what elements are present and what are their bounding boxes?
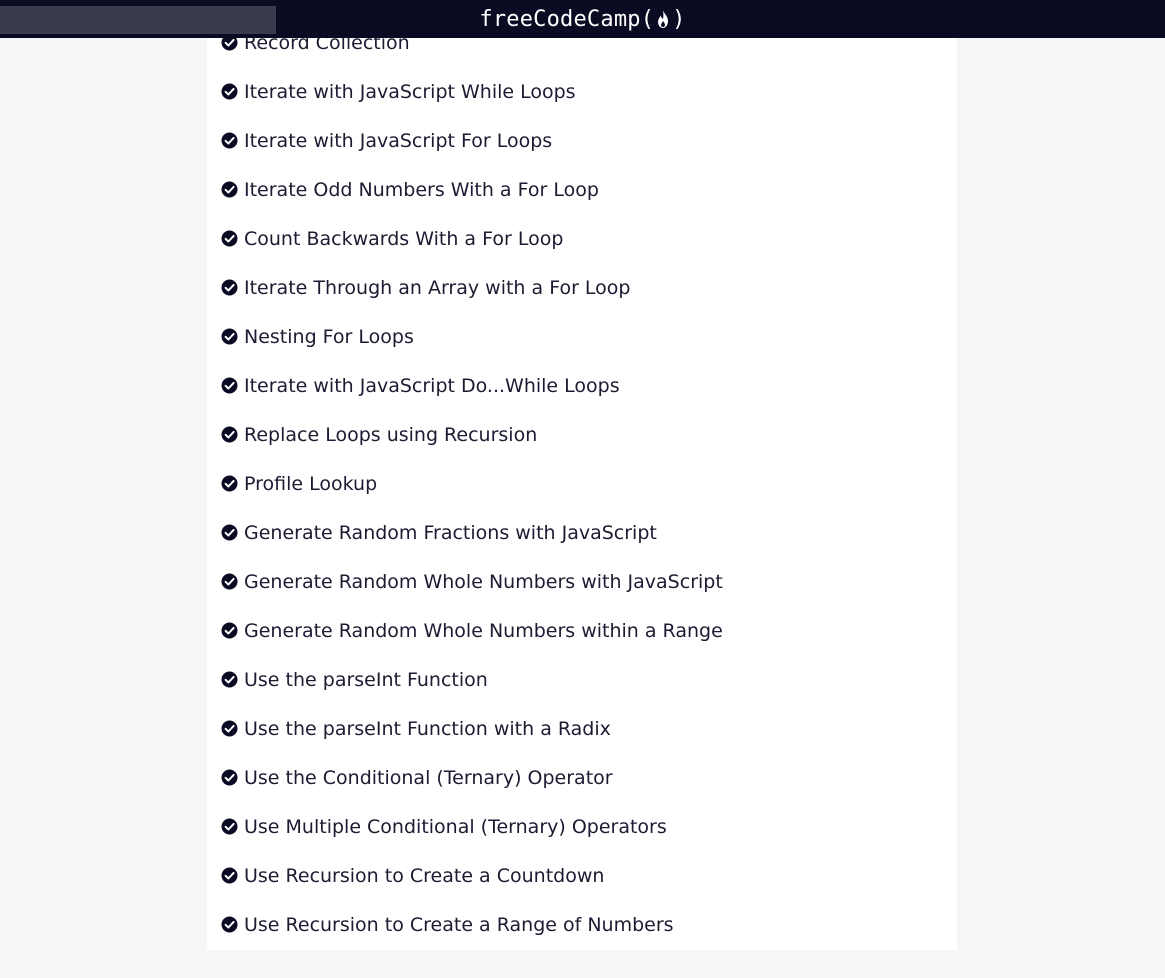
checkmark-circle-icon	[221, 818, 238, 835]
challenge-item[interactable]: Iterate with JavaScript Do...While Loops	[207, 361, 957, 410]
checkmark-circle-icon	[221, 573, 238, 590]
challenge-link[interactable]: Iterate with JavaScript Do...While Loops	[244, 373, 620, 399]
challenge-item[interactable]: Generate Random Fractions with JavaScrip…	[207, 508, 957, 557]
challenge-list: Record Collection Iterate with JavaScrip…	[207, 18, 957, 949]
challenge-item[interactable]: Nesting For Loops	[207, 312, 957, 361]
challenge-link[interactable]: Generate Random Fractions with JavaScrip…	[244, 520, 657, 546]
challenge-link[interactable]: Use Multiple Conditional (Ternary) Opera…	[244, 814, 667, 840]
checkmark-circle-icon	[221, 671, 238, 688]
challenge-item[interactable]: Iterate with JavaScript While Loops	[207, 67, 957, 116]
challenge-link[interactable]: Count Backwards With a For Loop	[244, 226, 563, 252]
checkmark-circle-icon	[221, 720, 238, 737]
challenge-link[interactable]: Iterate with JavaScript For Loops	[244, 128, 552, 154]
checkmark-circle-icon	[221, 83, 238, 100]
challenge-item[interactable]: Use the parseInt Function	[207, 655, 957, 704]
challenge-item[interactable]: Generate Random Whole Numbers with JavaS…	[207, 557, 957, 606]
checkmark-circle-icon	[221, 475, 238, 492]
logo-text-suffix: )	[672, 6, 686, 32]
challenge-item[interactable]: Use the Conditional (Ternary) Operator	[207, 753, 957, 802]
challenge-link[interactable]: Profile Lookup	[244, 471, 377, 497]
challenge-link[interactable]: Iterate Odd Numbers With a For Loop	[244, 177, 599, 203]
challenge-item[interactable]: Iterate Odd Numbers With a For Loop	[207, 165, 957, 214]
challenge-list-panel: Record Collection Iterate with JavaScrip…	[207, 0, 957, 950]
checkmark-circle-icon	[221, 622, 238, 639]
challenge-item[interactable]: Count Backwards With a For Loop	[207, 214, 957, 263]
challenge-link[interactable]: Generate Random Whole Numbers within a R…	[244, 618, 723, 644]
challenge-link[interactable]: Nesting For Loops	[244, 324, 414, 350]
checkmark-circle-icon	[221, 230, 238, 247]
checkmark-circle-icon	[221, 524, 238, 541]
challenge-link[interactable]: Iterate with JavaScript While Loops	[244, 79, 576, 105]
checkmark-circle-icon	[221, 328, 238, 345]
checkmark-circle-icon	[221, 279, 238, 296]
checkmark-circle-icon	[221, 916, 238, 933]
challenge-item[interactable]: Use the parseInt Function with a Radix	[207, 704, 957, 753]
challenge-item[interactable]: Profile Lookup	[207, 459, 957, 508]
challenge-link[interactable]: Generate Random Whole Numbers with JavaS…	[244, 569, 723, 595]
challenge-item[interactable]: Use Multiple Conditional (Ternary) Opera…	[207, 802, 957, 851]
challenge-item[interactable]: Generate Random Whole Numbers within a R…	[207, 606, 957, 655]
logo-text-prefix: freeCodeCamp(	[479, 6, 655, 32]
challenge-item[interactable]: Use Recursion to Create a Countdown	[207, 851, 957, 900]
challenge-link[interactable]: Use Recursion to Create a Countdown	[244, 863, 604, 889]
challenge-link[interactable]: Use the Conditional (Ternary) Operator	[244, 765, 613, 791]
flame-icon	[658, 10, 669, 28]
challenge-link[interactable]: Use the parseInt Function	[244, 667, 488, 693]
challenge-item[interactable]: Replace Loops using Recursion	[207, 410, 957, 459]
challenge-link[interactable]: Iterate Through an Array with a For Loop	[244, 275, 631, 301]
checkmark-circle-icon	[221, 769, 238, 786]
checkmark-circle-icon	[221, 377, 238, 394]
checkmark-circle-icon	[221, 867, 238, 884]
checkmark-circle-icon	[221, 181, 238, 198]
challenge-link[interactable]: Use the parseInt Function with a Radix	[244, 716, 611, 742]
logo-link[interactable]: freeCodeCamp( )	[479, 7, 685, 32]
challenge-item[interactable]: Iterate with JavaScript For Loops	[207, 116, 957, 165]
checkmark-circle-icon	[221, 132, 238, 149]
search-input[interactable]	[0, 6, 276, 34]
challenge-link[interactable]: Replace Loops using Recursion	[244, 422, 537, 448]
challenge-item[interactable]: Use Recursion to Create a Range of Numbe…	[207, 900, 957, 949]
top-nav-bar: freeCodeCamp( )	[0, 0, 1165, 38]
checkmark-circle-icon	[221, 426, 238, 443]
challenge-item[interactable]: Iterate Through an Array with a For Loop	[207, 263, 957, 312]
challenge-link[interactable]: Use Recursion to Create a Range of Numbe…	[244, 912, 674, 938]
